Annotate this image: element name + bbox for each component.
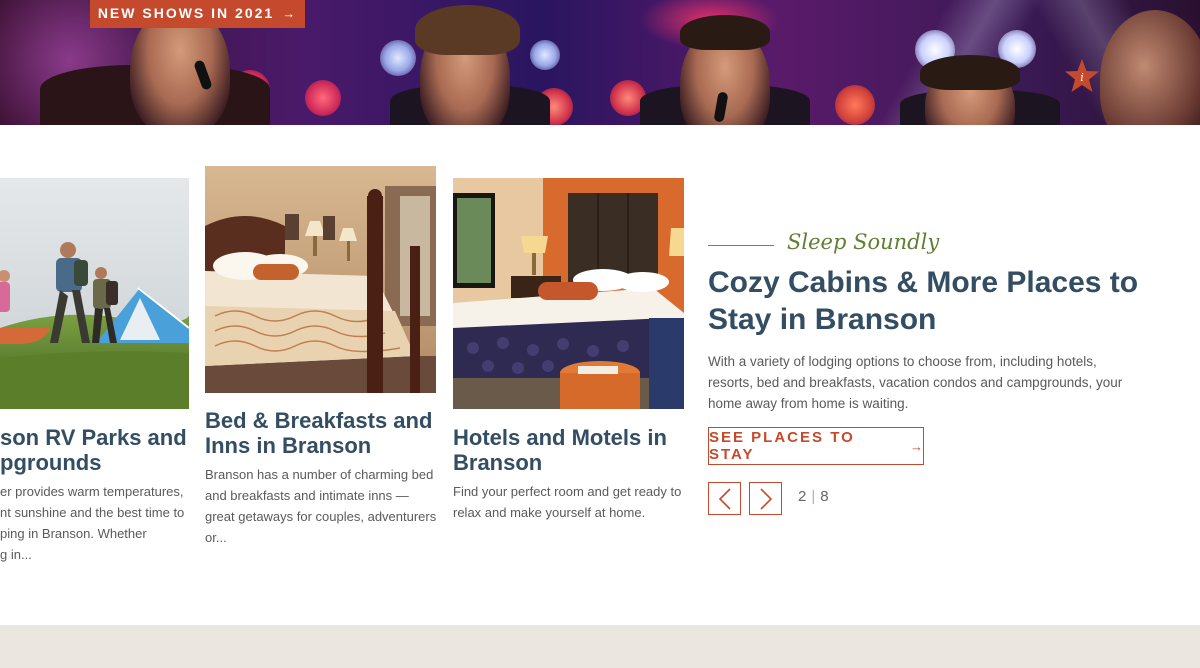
arrow-right-icon: →	[910, 438, 923, 454]
card-desc-line: g in...	[0, 547, 32, 562]
singer-hair	[920, 55, 1020, 90]
card-image-bed-breakfasts[interactable]	[205, 166, 436, 393]
total-pages: 8	[820, 488, 829, 505]
card-title-rv-parks[interactable]: son RV Parks and pgrounds	[0, 425, 189, 475]
card-desc-line: Branson has a number of charming bed	[205, 467, 434, 482]
card-desc-line: relax and make yourself at home.	[453, 505, 646, 520]
card-title-line: son RV Parks and	[0, 425, 187, 450]
stage-light	[380, 40, 416, 76]
chevron-right-icon	[759, 487, 772, 510]
card-title-bed-breakfasts[interactable]: Bed & Breakfasts and Inns in Branson	[205, 408, 436, 458]
card-desc-line: or...	[205, 530, 227, 545]
info-star-icon[interactable]: i	[1063, 58, 1101, 94]
card-title-line: pgrounds	[0, 450, 102, 475]
singer-hair	[680, 15, 770, 50]
info-letter: i	[1080, 71, 1084, 84]
carousel-prev-button[interactable]	[708, 482, 741, 515]
new-shows-button[interactable]: NEW SHOWS IN 2021 →	[90, 0, 305, 28]
card-desc-line: and breakfasts and intimate inns —	[205, 488, 409, 503]
card-desc-bed-breakfasts: Branson has a number of charming bed and…	[205, 464, 445, 548]
stage-light	[305, 80, 341, 116]
feature-desc-line: resorts, bed and breakfasts, vacation co…	[708, 375, 1123, 390]
card-title-hotels-motels[interactable]: Hotels and Motels in Branson	[453, 425, 684, 475]
card-desc-line: Find your perfect room and get ready to	[453, 484, 682, 499]
card-image-rv-parks[interactable]	[0, 178, 189, 409]
page-separator: |	[811, 488, 816, 505]
see-places-to-stay-button[interactable]: SEE PLACES TO STAY →	[708, 427, 924, 465]
stage-light	[835, 85, 875, 125]
feature-desc-line: home away from home is waiting.	[708, 396, 909, 411]
cta-label: SEE PLACES TO STAY	[709, 429, 855, 463]
card-desc-line: great getaways for couples, adventurers	[205, 509, 437, 524]
hero-banner: NEW SHOWS IN 2021 → i	[0, 0, 1200, 125]
feature-title: Cozy Cabins & More Places to Stay in Bra…	[708, 264, 1148, 338]
carousel-page-count: 2 | 8	[798, 488, 829, 505]
carousel-next-button[interactable]	[749, 482, 782, 515]
feature-eyebrow: Sleep Soundly	[787, 230, 940, 254]
card-title-line: Bed & Breakfasts and	[205, 408, 433, 433]
card-desc-line: ping in Branson. Whether	[0, 526, 147, 541]
card-image-hotels-motels[interactable]	[453, 178, 684, 409]
card-title-line: Branson	[453, 450, 543, 475]
card-title-line: Hotels and Motels in	[453, 425, 667, 450]
chevron-left-icon	[718, 487, 731, 510]
eyebrow-divider	[708, 245, 774, 246]
card-desc-rv-parks: er provides warm temperatures, nt sunshi…	[0, 481, 189, 565]
card-title-line: Inns in Branson	[205, 433, 372, 458]
feature-desc-line: With a variety of lodging options to cho…	[708, 354, 1097, 369]
stage-light	[530, 40, 560, 70]
card-desc-hotels-motels: Find your perfect room and get ready to …	[453, 481, 693, 523]
feature-description: With a variety of lodging options to cho…	[708, 351, 1128, 414]
footer-band	[0, 625, 1200, 668]
card-desc-line: er provides warm temperatures,	[0, 484, 184, 499]
arrow-right-icon: →	[282, 5, 298, 21]
feature-title-line: Stay in Branson	[708, 303, 937, 336]
feature-title-line: Cozy Cabins & More Places to	[708, 266, 1139, 299]
current-page: 2	[798, 488, 807, 505]
card-desc-line: nt sunshine and the best time to	[0, 505, 185, 520]
new-shows-label: NEW SHOWS IN 2021	[97, 5, 275, 21]
singer-hair	[415, 5, 520, 55]
